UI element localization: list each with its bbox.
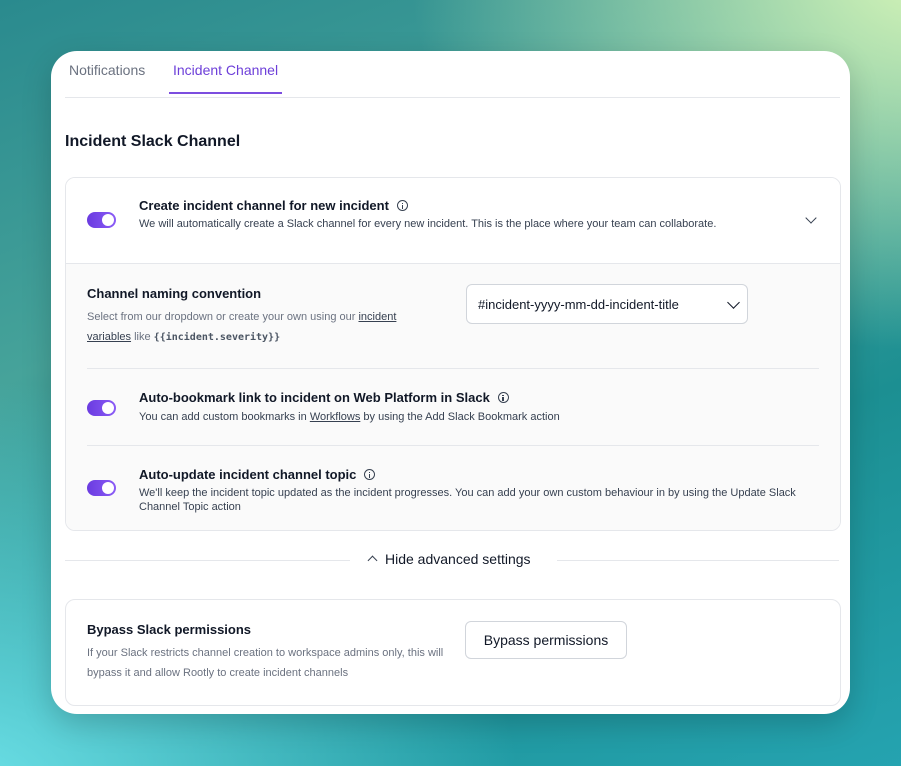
settings-card: Notifications Incident Channel Incident … bbox=[51, 51, 850, 714]
auto-update-title: Auto-update incident channel topic bbox=[139, 467, 376, 482]
bypass-title: Bypass Slack permissions bbox=[87, 622, 252, 637]
workflows-link[interactable]: Workflows bbox=[310, 411, 361, 423]
incident-variables-link-cont[interactable]: variables bbox=[87, 331, 131, 343]
create-channel-row[interactable]: Create incident channel for new incident… bbox=[66, 178, 840, 264]
chevron-down-icon bbox=[727, 296, 740, 309]
auto-bookmark-description: You can add custom bookmarks in Workflow… bbox=[139, 411, 560, 423]
toggle-knob bbox=[102, 214, 114, 226]
incident-channel-panel: Create incident channel for new incident… bbox=[65, 177, 841, 531]
toggle-knob bbox=[102, 482, 114, 494]
info-icon[interactable] bbox=[364, 469, 376, 480]
create-channel-title: Create incident channel for new incident bbox=[139, 198, 408, 213]
create-channel-description: We will automatically create a Slack cha… bbox=[139, 218, 717, 230]
variable-example: {{incident.severity}} bbox=[153, 332, 281, 343]
bypass-permissions-button[interactable]: Bypass permissions bbox=[465, 621, 627, 659]
chevron-up-icon bbox=[367, 555, 378, 566]
create-channel-toggle[interactable] bbox=[87, 212, 116, 228]
info-icon[interactable] bbox=[396, 200, 408, 211]
bypass-description: If your Slack restricts channel creation… bbox=[87, 647, 444, 679]
naming-convention-title: Channel naming convention bbox=[87, 286, 262, 301]
naming-convention-description: Select from our dropdown or create your … bbox=[87, 311, 397, 343]
bypass-permissions-panel: Bypass Slack permissions If your Slack r… bbox=[65, 599, 841, 706]
info-icon[interactable] bbox=[497, 392, 509, 403]
auto-update-description: We'll keep the incident topic updated as… bbox=[139, 487, 796, 513]
tab-bar: Notifications Incident Channel bbox=[65, 51, 840, 98]
tab-notifications[interactable]: Notifications bbox=[65, 62, 149, 94]
auto-bookmark-toggle[interactable] bbox=[87, 400, 116, 416]
divider bbox=[87, 368, 819, 369]
create-channel-settings: Channel naming convention Select from ou… bbox=[66, 264, 840, 530]
section-title: Incident Slack Channel bbox=[65, 133, 241, 150]
tab-incident-channel[interactable]: Incident Channel bbox=[169, 62, 283, 94]
naming-convention-select[interactable]: #incident-yyyy-mm-dd-incident-title bbox=[466, 284, 748, 324]
auto-bookmark-title: Auto-bookmark link to incident on Web Pl… bbox=[139, 390, 509, 405]
divider bbox=[557, 560, 839, 561]
chevron-down-icon[interactable] bbox=[805, 212, 817, 224]
toggle-knob bbox=[102, 402, 114, 414]
auto-update-toggle[interactable] bbox=[87, 480, 116, 496]
naming-convention-value: #incident-yyyy-mm-dd-incident-title bbox=[478, 297, 679, 312]
divider bbox=[87, 445, 819, 446]
incident-variables-link[interactable]: incident bbox=[358, 311, 396, 323]
hide-advanced-settings-button[interactable]: Hide advanced settings bbox=[367, 551, 531, 567]
divider bbox=[65, 560, 350, 561]
